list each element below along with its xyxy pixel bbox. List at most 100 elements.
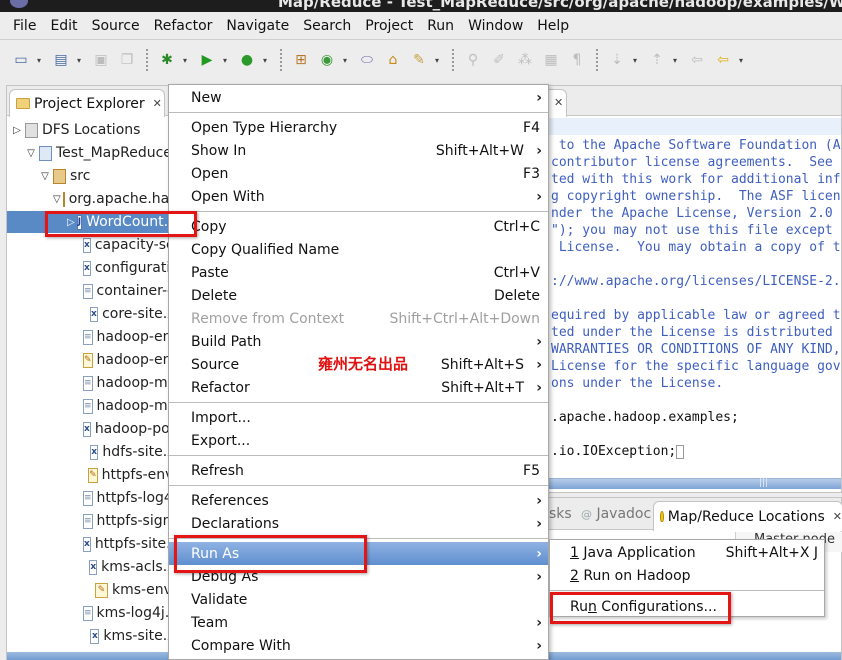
menu-project[interactable]: Project (358, 18, 420, 34)
menu-item-declarations[interactable]: Declarations › (169, 512, 548, 535)
menu-item-label: Refresh (191, 462, 244, 479)
tab-project-explorer[interactable]: Project Explorer ✕ (9, 89, 165, 117)
menu-refactor[interactable]: Refactor (147, 18, 220, 34)
tree-item[interactable]: ▽ Test_MapReduce (7, 142, 193, 164)
tree-item[interactable]: ≡container-executor.cfg (7, 280, 253, 302)
dropdown-chevron-icon[interactable]: ▾ (340, 56, 350, 65)
back-button[interactable]: ⇦ (712, 49, 734, 71)
menu-item-validate[interactable]: Validate (169, 588, 548, 611)
menu-item-show-in[interactable]: Show In Shift+Alt+W › (169, 139, 548, 162)
submenu-item-2-run-on-hadoop[interactable]: 2 Run on Hadoop (550, 564, 824, 587)
new-wizard-button[interactable]: ▭ (10, 49, 32, 71)
tree-item[interactable]: x hdfs-site.xml (7, 441, 193, 463)
menu-item-build-path[interactable]: Build Path › (169, 330, 548, 353)
menu-item-refactor[interactable]: Refactor Shift+Alt+T › (169, 376, 548, 399)
collapsed-icon[interactable]: ▷ (11, 125, 23, 136)
menu-source[interactable]: Source (85, 18, 147, 34)
menu-window[interactable]: Window (461, 18, 530, 34)
menu-item-copy[interactable]: Copy Ctrl+C (169, 215, 548, 238)
open-folder-button[interactable]: ⌂ (382, 49, 404, 71)
new-class-button[interactable]: ▤ (50, 49, 72, 71)
tree-item[interactable]: ≡ hadoop-env.cmd (7, 326, 213, 348)
search-tool-button[interactable]: ✎ (408, 49, 430, 71)
tab-label: Map/Reduce Locations (667, 508, 825, 525)
new-package-button[interactable]: ⊞ (290, 49, 312, 71)
editor-horizontal-scrollbar[interactable]: ||| (549, 478, 841, 489)
expanded-icon[interactable]: ▽ (25, 148, 37, 159)
tree-item[interactable]: x core-site.xml (7, 303, 193, 325)
run-button[interactable]: ▶ (196, 49, 218, 71)
collapsed-icon[interactable]: ▷ (67, 217, 75, 228)
dropdown-chevron-icon[interactable]: ▾ (74, 56, 84, 65)
menu-search[interactable]: Search (296, 18, 358, 34)
tree-item[interactable]: ≡hadoop-metrics2.properties (7, 395, 291, 417)
menu-file[interactable]: File (6, 18, 43, 34)
external-tools-button[interactable]: ● (236, 49, 258, 71)
dropdown-chevron-icon[interactable]: ▾ (432, 56, 442, 65)
close-tab-icon[interactable]: ✕ (153, 97, 162, 110)
xml-file-icon: x (83, 237, 91, 253)
expanded-icon[interactable]: ▽ (39, 171, 51, 182)
code-line: .apache.hadoop.examples; (551, 410, 739, 425)
tab-tasks[interactable]: sks (549, 506, 572, 522)
close-tab-icon[interactable]: ✕ (833, 510, 842, 523)
submenu-item-run-configurations[interactable]: Run Configurations... (550, 595, 824, 618)
menu-item-new[interactable]: New › (169, 86, 548, 109)
menu-run[interactable]: Run (420, 18, 461, 34)
tab-map-reduce-locations[interactable]: Map/Reduce Locations ✕ (653, 501, 842, 531)
dropdown-chevron-icon[interactable]: ▾ (736, 56, 746, 65)
menu-item-run-as[interactable]: Run As › (169, 542, 548, 565)
menu-item-export[interactable]: Export... (169, 429, 548, 452)
dropdown-chevron-icon[interactable]: ▾ (260, 56, 270, 65)
menu-item-label: Open (191, 165, 229, 182)
code-text[interactable]: to the Apache Software Foundation (A cont… (551, 137, 841, 460)
tree-item[interactable]: ≡hadoop-metrics.properties (7, 372, 282, 394)
tab-javadoc[interactable]: @ Javadoc (581, 506, 651, 522)
menu-item-source[interactable]: Source Shift+Alt+S › (169, 353, 548, 376)
submenu-item-1-java-application[interactable]: 1 Java Application Shift+Alt+X J (550, 541, 824, 564)
bottom-horizontal-scrollbar[interactable] (549, 652, 841, 660)
tree-item[interactable]: xcapacity-scheduler.xml (7, 234, 256, 256)
menu-item-paste[interactable]: Paste Ctrl+V (169, 261, 548, 284)
tree-item[interactable]: x kms-acls.xml (7, 556, 193, 578)
debug-button[interactable]: ✱ (156, 49, 178, 71)
dropdown-chevron-icon[interactable]: ▾ (220, 56, 230, 65)
dropdown-chevron-icon[interactable]: ▾ (34, 56, 44, 65)
submenu-arrow-icon: › (536, 545, 542, 562)
menu-item-team[interactable]: Team › (169, 611, 548, 634)
menu-item-open-with[interactable]: Open With › (169, 185, 548, 208)
tree-item[interactable]: ▷ J WordCount.java (7, 211, 197, 233)
tree-item[interactable]: ▽ src (7, 165, 193, 187)
menu-item-copy-qualified-name[interactable]: Copy Qualified Name (169, 238, 548, 261)
menu-item-debug-as[interactable]: Debug As › (169, 565, 548, 588)
tree-item[interactable]: x hadoop-policy.xml (7, 418, 222, 440)
menu-help[interactable]: Help (530, 18, 576, 34)
tree-item[interactable]: ▽org.apache.hadoop.examples (7, 188, 276, 210)
tree-item[interactable]: x kms-site.xml (7, 625, 193, 647)
horizontal-scrollbar[interactable] (7, 652, 191, 660)
menu-item-import[interactable]: Import... (169, 406, 548, 429)
tree-item[interactable]: x configuration.xsl (7, 257, 212, 279)
tree-item[interactable]: x httpfs-site.xml (7, 533, 196, 555)
tree-item[interactable]: ▷ DFS Locations (7, 119, 193, 141)
menu-item-compare-with[interactable]: Compare With › (169, 634, 548, 657)
tree-item[interactable]: ✎ hadoop-env.sh (7, 349, 199, 371)
menu-item-refresh[interactable]: Refresh F5 (169, 459, 548, 482)
tree-item[interactable]: ≡kms-log4j.properties (7, 602, 241, 624)
new-java-class-button[interactable]: ◉ (316, 49, 338, 71)
tree-item[interactable]: ≡httpfs-log4j.properties (7, 487, 253, 509)
close-tab-icon[interactable]: ✕ (554, 96, 563, 109)
menu-navigate[interactable]: Navigate (219, 18, 296, 34)
menu-edit[interactable]: Edit (43, 18, 84, 34)
menu-item-references[interactable]: References › (169, 489, 548, 512)
menu-item-delete[interactable]: Delete Delete (169, 284, 548, 307)
dropdown-chevron-icon[interactable]: ▾ (180, 56, 190, 65)
menu-item-open[interactable]: Open F3 (169, 162, 548, 185)
tree-item[interactable]: ✎ kms-env.sh (7, 579, 193, 601)
tree-item[interactable]: ≡httpfs-signature.secret (7, 510, 256, 532)
tree-item[interactable]: ✎ httpfs-env.sh (7, 464, 193, 486)
open-type-button[interactable]: ⬭ (356, 49, 378, 71)
eclipse-app-icon[interactable] (10, 0, 28, 8)
menu-item-open-type-hierarchy[interactable]: Open Type Hierarchy F4 (169, 116, 548, 139)
expanded-icon[interactable]: ▽ (53, 194, 61, 205)
